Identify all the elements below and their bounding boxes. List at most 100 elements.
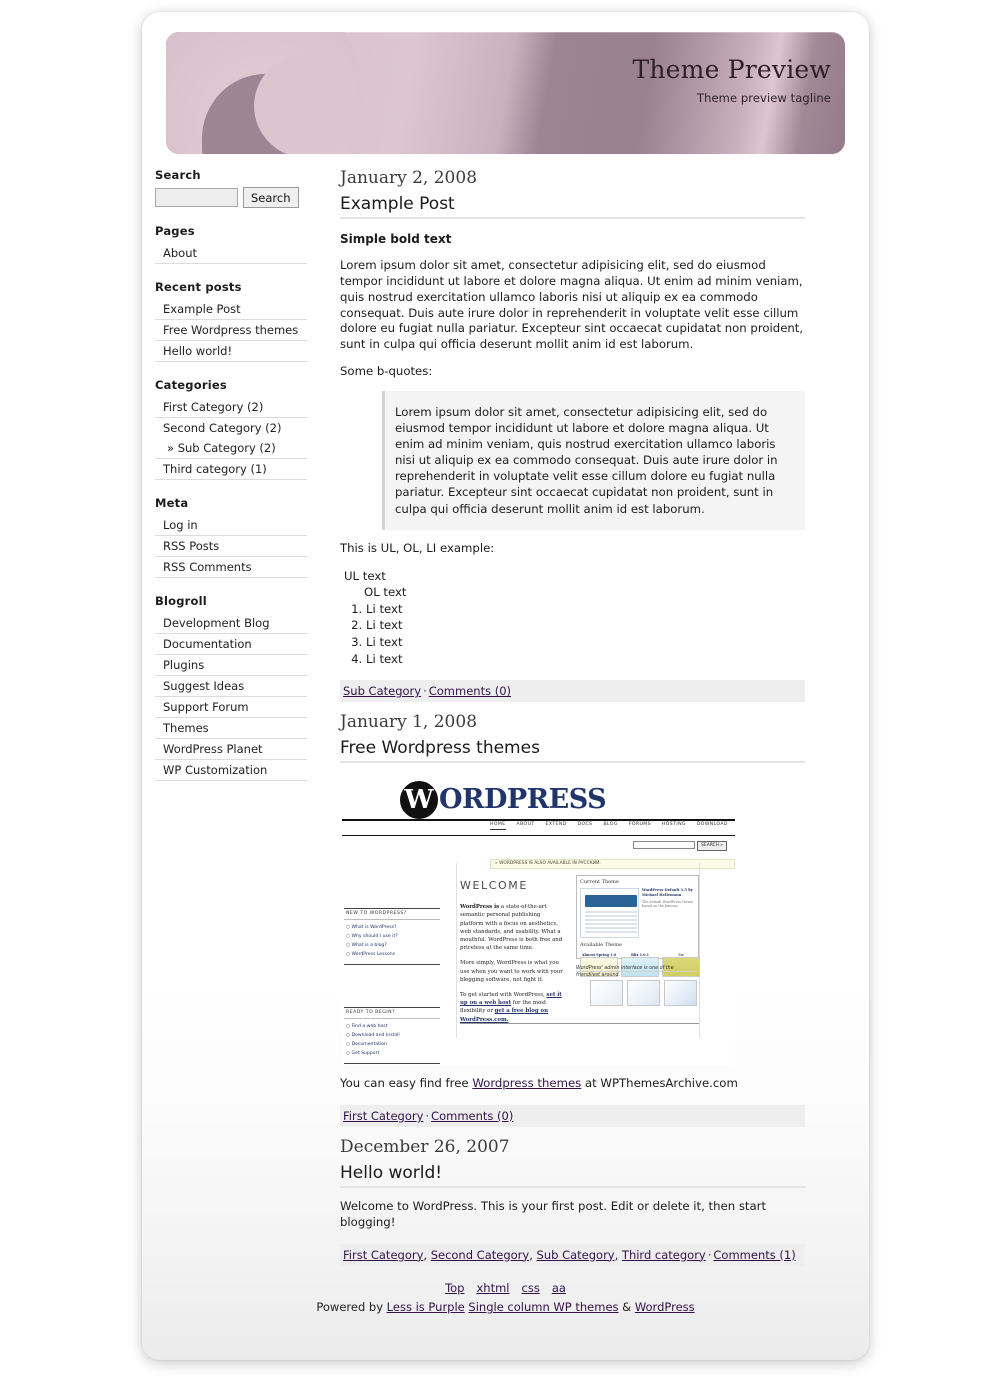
link-label: WordPress Lessons xyxy=(351,952,396,958)
list-item: Li text xyxy=(366,651,805,668)
link-documentation: ○ Documentation xyxy=(346,1042,387,1048)
post-meta-comments-link[interactable]: Comments (0) xyxy=(431,1109,513,1123)
list-item[interactable]: Log in xyxy=(155,515,307,536)
sidebar-link-first-category[interactable]: First Category (2) xyxy=(163,400,263,414)
sidebar-link-sub-category[interactable]: » Sub Category (2) xyxy=(167,441,276,455)
list-item[interactable]: Suggest Ideas xyxy=(155,676,307,697)
link-what-is-wordpress: ○ What is WordPress? xyxy=(346,924,397,930)
sidebar-recent-posts-list: Example Post Free Wordpress themes Hello… xyxy=(155,299,307,362)
footer-link-wordpress[interactable]: WordPress xyxy=(635,1300,695,1314)
sidebar-link-suggest-ideas[interactable]: Suggest Ideas xyxy=(163,679,244,693)
powered-by-label: Powered by xyxy=(316,1300,387,1314)
sidebar-link-log-in[interactable]: Log in xyxy=(163,518,198,532)
caption-link-wordpress-themes[interactable]: Wordpress themes xyxy=(472,1076,581,1090)
theme-thumbnail xyxy=(590,980,623,1007)
new-to-wordpress-heading: NEW TO WORDPRESS? xyxy=(344,908,440,921)
list-item[interactable]: First Category (2) xyxy=(155,397,307,418)
screenshot-root: Theme Preview Theme preview tagline Sear… xyxy=(0,0,1007,1376)
nav-item-hosting: HOSTING xyxy=(661,822,686,828)
list-item[interactable]: Free Wordpress themes xyxy=(155,320,307,341)
blockquote-text: Lorem ipsum dolor sit amet, consectetur … xyxy=(395,404,778,516)
list-item[interactable]: Hello world! xyxy=(155,341,307,362)
post-body: Simple bold text Lorem ipsum dolor sit a… xyxy=(340,231,805,667)
link-label: What is WordPress? xyxy=(351,924,397,930)
sidebar-link-plugins[interactable]: Plugins xyxy=(163,658,204,672)
footer-link-aa[interactable]: aa xyxy=(552,1281,566,1295)
post-meta-comments-link[interactable]: Comments (0) xyxy=(429,684,511,698)
link-label: Why should I use it? xyxy=(351,934,398,940)
admin-line xyxy=(585,930,637,933)
admin-panel-thumb xyxy=(580,887,639,938)
list-item[interactable]: WordPress Planet xyxy=(155,739,307,760)
search-button[interactable]: Search xyxy=(243,187,299,208)
sidebar-link-support-forum[interactable]: Support Forum xyxy=(163,700,249,714)
new-to-wordpress-block: NEW TO WORDPRESS? ○ What is WordPress? ○… xyxy=(344,908,440,966)
link-download-and-install: ○ Download and Install xyxy=(346,1033,400,1039)
footer-link-top[interactable]: Top xyxy=(445,1281,464,1295)
site-title[interactable]: Theme Preview xyxy=(633,56,832,84)
banner-swirl-dot-shape xyxy=(254,54,360,154)
sidebar-link-about[interactable]: About xyxy=(163,246,197,260)
caption-after: at WPThemesArchive.com xyxy=(581,1076,738,1091)
post-meta-category-link[interactable]: Sub Category xyxy=(537,1248,615,1262)
list-item[interactable]: RSS Posts xyxy=(155,536,307,557)
post-example-post: January 2, 2008 Example Post Simple bold… xyxy=(340,168,805,703)
sidebar-heading-categories: Categories xyxy=(155,378,227,392)
sidebar-link-development-blog[interactable]: Development Blog xyxy=(163,616,270,630)
post-date: December 26, 2007 xyxy=(340,1137,510,1157)
post-title[interactable]: Hello world! xyxy=(340,1163,805,1188)
list-intro: This is UL, OL, LI example: xyxy=(340,540,495,555)
site-tagline: Theme preview tagline xyxy=(696,90,831,105)
sidebar-link-documentation[interactable]: Documentation xyxy=(163,637,252,651)
sidebar-link-wordpress-planet[interactable]: WordPress Planet xyxy=(163,742,263,756)
list-item[interactable]: Second Category (2) xyxy=(155,418,307,438)
list-item[interactable]: Example Post xyxy=(155,299,307,320)
wordpress-logo-row: W ORDPRESS xyxy=(400,781,607,820)
unordered-list-demo: UL text OL text xyxy=(340,568,805,601)
list-item[interactable]: About xyxy=(155,243,307,264)
sidebar-link-third-category[interactable]: Third category (1) xyxy=(163,462,267,476)
sidebar-link-second-category[interactable]: Second Category (2) xyxy=(163,421,281,435)
post-meta-comments-link[interactable]: Comments (1) xyxy=(713,1248,795,1262)
list-item[interactable]: WP Customization xyxy=(155,760,307,781)
post-meta-category-link[interactable]: Sub Category xyxy=(343,684,421,698)
sidebar-link-rss-comments[interactable]: RSS Comments xyxy=(163,560,252,574)
list-item[interactable]: Themes xyxy=(155,718,307,739)
list-item[interactable]: Third category (1) xyxy=(155,459,307,480)
link-label: Find a web host xyxy=(351,1023,388,1029)
admin-line xyxy=(585,922,637,925)
sidebar-link-wp-customization[interactable]: WP Customization xyxy=(163,763,267,777)
post-meta-category-link[interactable]: Second Category xyxy=(431,1248,530,1262)
list-item[interactable]: Support Forum xyxy=(155,697,307,718)
post-title[interactable]: Example Post xyxy=(340,194,805,219)
sidebar-link-themes[interactable]: Themes xyxy=(163,721,209,735)
post-meta-category-link[interactable]: Third category xyxy=(622,1248,706,1262)
post-meta-category-link[interactable]: First Category xyxy=(343,1248,423,1262)
list-item[interactable]: Plugins xyxy=(155,655,307,676)
sidebar-link-free-wordpress-themes[interactable]: Free Wordpress themes xyxy=(163,323,298,337)
list-item[interactable]: RSS Comments xyxy=(155,557,307,578)
list-item[interactable]: Documentation xyxy=(155,634,307,655)
footer-link-row: Top xhtml css aa xyxy=(142,1281,869,1295)
welcome-paragraph-1-text: a state-of-the-art semantic personal pub… xyxy=(460,904,563,952)
post-meta-category-link[interactable]: First Category xyxy=(343,1109,423,1123)
footer-link-xhtml[interactable]: xhtml xyxy=(476,1281,509,1295)
search-input[interactable] xyxy=(155,188,238,207)
nav-item-download: DOWNLOAD xyxy=(696,822,728,828)
list-item[interactable]: » Sub Category (2) xyxy=(155,438,307,459)
list-item: OL text xyxy=(344,584,805,601)
list-item[interactable]: Development Blog xyxy=(155,613,307,634)
post-title[interactable]: Free Wordpress themes xyxy=(340,738,805,764)
nav-item-blog: BLOG xyxy=(603,822,618,828)
footer-link-css[interactable]: css xyxy=(522,1281,540,1295)
divider xyxy=(344,964,440,966)
sidebar-link-hello-world[interactable]: Hello world! xyxy=(163,344,232,358)
sidebar-link-example-post[interactable]: Example Post xyxy=(163,302,241,316)
current-theme-preview: WordPress Default 1.5 by Michael Heilema… xyxy=(580,887,695,938)
sidebar-meta-block: Meta Log in RSS Posts RSS Comments xyxy=(155,496,307,578)
footer-link-single-column-wp-themes[interactable]: Single column WP themes xyxy=(468,1300,618,1314)
sidebar-link-rss-posts[interactable]: RSS Posts xyxy=(163,539,219,553)
footer-link-less-is-purple[interactable]: Less is Purple xyxy=(387,1300,465,1314)
nav-item-forums: FORUMS xyxy=(628,822,651,828)
theme-description: The default WordPress theme based on the… xyxy=(641,899,693,909)
